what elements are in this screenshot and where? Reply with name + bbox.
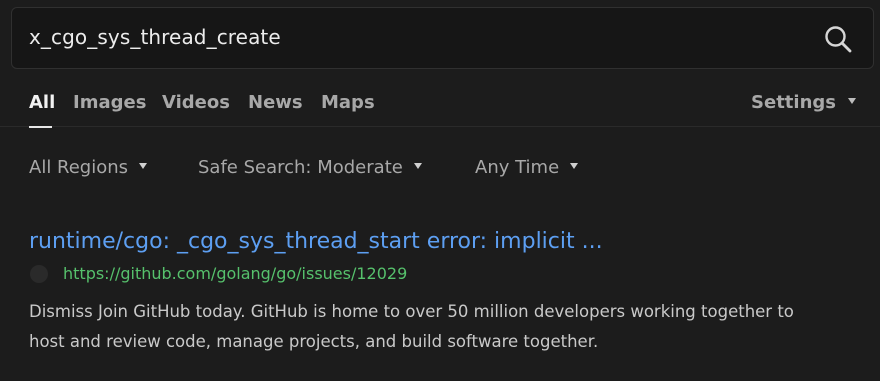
time-filter-label: Any Time [475,157,560,178]
search-results-page: x_cgo_sys_thread_create All Images Video… [0,0,880,381]
tab-images[interactable]: Images [73,92,146,113]
caret-down-icon [848,98,856,104]
time-filter[interactable]: Any Time [475,157,579,178]
settings-label: Settings [751,92,836,113]
tab-videos[interactable]: Videos [162,92,230,113]
caret-down-icon [413,163,422,169]
filter-bar: All Regions Safe Search: Moderate Any Ti… [0,150,880,186]
caret-down-icon [139,163,148,169]
safe-search-filter-label: Safe Search: Moderate [198,157,403,178]
nav-tabs: All Images Videos News Maps Settings [0,78,880,128]
tab-maps[interactable]: Maps [321,92,375,113]
safe-search-filter[interactable]: Safe Search: Moderate [198,157,422,178]
tab-news[interactable]: News [248,92,303,113]
search-icon[interactable] [823,24,853,54]
result-snippet: Dismiss Join GitHub today. GitHub is hom… [29,302,794,351]
github-favicon-icon [30,265,48,283]
region-filter[interactable]: All Regions [29,157,148,178]
search-bar[interactable]: x_cgo_sys_thread_create [11,7,874,69]
result-url-link[interactable]: https://github.com/golang/go/issues/1202… [63,264,407,283]
search-input[interactable]: x_cgo_sys_thread_create [29,25,281,49]
settings-menu[interactable]: Settings [751,92,856,113]
active-tab-indicator [29,126,52,128]
tab-all[interactable]: All [29,92,55,113]
region-filter-label: All Regions [29,157,129,178]
caret-down-icon [570,163,579,169]
result-title-link[interactable]: runtime/cgo: _cgo_sys_thread_start error… [29,229,603,254]
